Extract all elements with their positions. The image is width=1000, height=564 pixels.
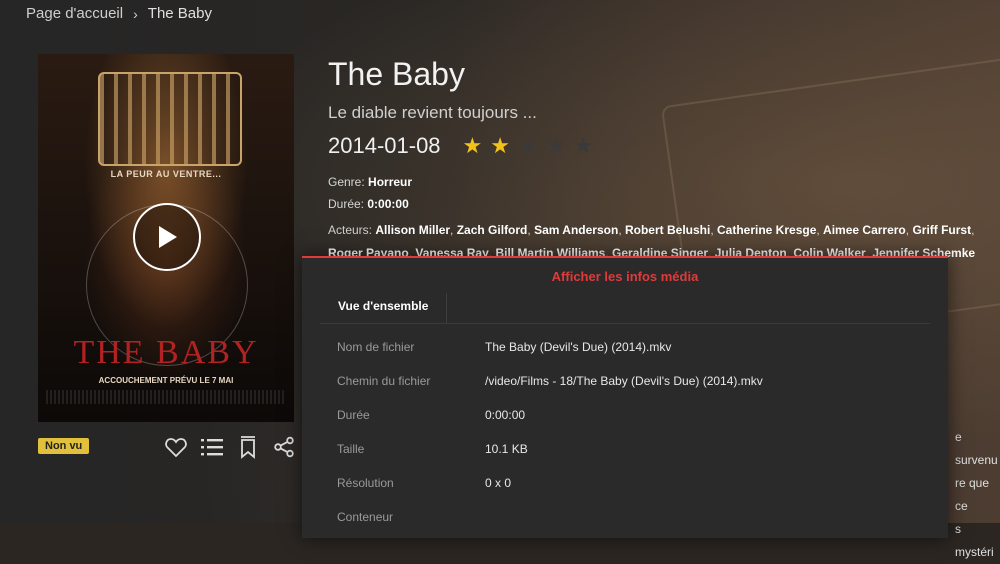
info-key: Taille xyxy=(337,442,365,456)
info-value: The Baby (Devil's Due) (2014).mkv xyxy=(485,340,672,354)
actors-label: Acteurs: xyxy=(328,223,373,237)
genre-row: Genre: Horreur xyxy=(328,175,1000,189)
info-row: Résolution 0 x 0 xyxy=(337,466,763,500)
star-icon: ★ xyxy=(462,133,483,158)
info-key: Conteneur xyxy=(337,510,394,524)
poster-credits xyxy=(46,390,286,404)
info-row: Conteneur xyxy=(337,500,763,534)
favorite-button[interactable] xyxy=(164,434,188,460)
movie-details: The Baby Le diable revient toujours ... … xyxy=(328,56,1000,265)
media-info-dialog: Afficher les infos média Vue d'ensemble … xyxy=(302,256,948,538)
breadcrumb-current: The Baby xyxy=(147,5,212,22)
star-icon: ★ xyxy=(518,133,538,158)
info-row: Durée 0:00:00 xyxy=(337,398,763,432)
media-info-table: Nom de fichier The Baby (Devil's Due) (20… xyxy=(337,330,763,534)
actor-link[interactable]: Sam Anderson xyxy=(534,223,618,237)
dialog-title: Afficher les infos média xyxy=(551,269,699,284)
overview-line: e survenu xyxy=(955,430,998,467)
tab-overview[interactable]: Vue d'ensemble xyxy=(320,293,448,323)
actor-link[interactable]: Robert Belushi xyxy=(625,223,710,237)
info-value: 0:00:00 xyxy=(485,408,526,422)
share-button[interactable] xyxy=(272,434,296,460)
share-icon xyxy=(274,436,294,458)
heart-icon xyxy=(165,438,187,458)
info-value: 0 x 0 xyxy=(485,476,512,490)
info-key: Résolution xyxy=(337,476,394,490)
movie-title: The Baby xyxy=(328,56,465,92)
info-row: Nom de fichier The Baby (Devil's Due) (20… xyxy=(337,330,763,364)
info-value: /video/Films - 18/The Baby (Devil's Due)… xyxy=(485,374,763,388)
bookmark-button[interactable] xyxy=(236,434,260,460)
actor-link[interactable]: Zach Gilford xyxy=(457,223,528,237)
playlist-button[interactable] xyxy=(200,434,224,460)
actor-link[interactable]: Griff Furst xyxy=(912,223,971,237)
chevron-right-icon: › xyxy=(133,5,138,22)
info-row: Taille 10.1 KB xyxy=(337,432,763,466)
play-button[interactable] xyxy=(133,203,201,271)
star-rating: ★ ★ ★ ★ ★ xyxy=(463,135,594,157)
actor-link[interactable]: Catherine Kresge xyxy=(717,223,816,237)
poster-title: THE BABY xyxy=(73,334,259,371)
duration-row: Durée: 0:00:00 xyxy=(328,197,1000,211)
star-icon: ★ xyxy=(545,133,566,158)
info-key: Nom de fichier xyxy=(337,340,415,354)
dialog-tabs: Vue d'ensemble xyxy=(320,293,930,324)
overview-text-fragment: e survenu re que ce s mystéri xyxy=(955,426,1000,564)
info-value xyxy=(485,500,763,534)
duration-value: 0:00:00 xyxy=(367,197,409,211)
star-icon: ★ xyxy=(573,133,594,158)
duration-label: Durée: xyxy=(328,197,365,211)
poster-subtitle: ACCOUCHEMENT PRÉVU LE 7 MAI xyxy=(98,376,234,385)
info-value: 10.1 KB xyxy=(485,442,528,456)
bookmark-icon xyxy=(241,436,255,459)
genre-value[interactable]: Horreur xyxy=(368,175,412,189)
action-bar xyxy=(164,434,296,460)
info-row: Chemin du fichier/video/Films - 18/The B… xyxy=(337,364,763,398)
poster-crib-image xyxy=(98,72,242,166)
play-icon xyxy=(159,226,177,248)
release-date: 2014-01-08 xyxy=(328,133,441,158)
actor-link[interactable]: Aimee Carrero xyxy=(823,223,906,237)
star-icon: ★ xyxy=(490,133,511,158)
breadcrumb: Page d'accueil › The Baby xyxy=(26,5,212,22)
actor-link[interactable]: Allison Miller xyxy=(375,223,450,237)
movie-tagline: Le diable revient toujours ... xyxy=(328,103,537,122)
overview-line: s mystéri xyxy=(955,522,994,559)
poster-tagline: LA PEUR AU VENTRE... xyxy=(110,169,222,179)
genre-label: Genre: xyxy=(328,175,365,189)
breadcrumb-home[interactable]: Page d'accueil xyxy=(26,5,123,22)
info-key: Durée xyxy=(337,408,370,422)
unwatched-badge[interactable]: Non vu xyxy=(38,438,90,454)
info-key: Chemin du fichier xyxy=(337,374,431,388)
list-icon xyxy=(201,439,223,456)
overview-line: re que ce xyxy=(955,476,990,513)
